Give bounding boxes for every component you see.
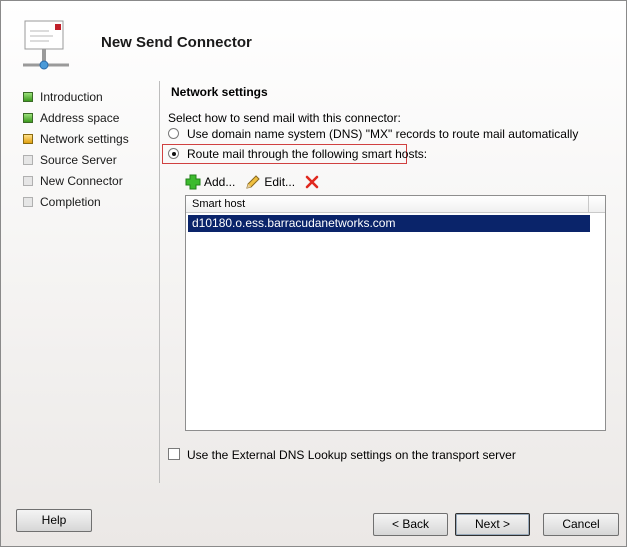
x-icon (305, 175, 319, 189)
step-label: Address space (40, 111, 120, 125)
step-label: New Connector (40, 174, 123, 188)
step-label: Source Server (40, 153, 117, 167)
next-button[interactable]: Next > (455, 513, 530, 536)
wizard-steps: Introduction Address space Network setti… (21, 87, 129, 213)
step-label: Completion (40, 195, 101, 209)
step-status-icon (23, 155, 33, 165)
step-new-connector: New Connector (21, 171, 129, 192)
wizard-title: New Send Connector (101, 34, 252, 51)
step-label: Network settings (40, 132, 129, 146)
edit-button[interactable]: Edit... (245, 174, 295, 190)
step-status-icon (23, 134, 33, 144)
step-source-server: Source Server (21, 150, 129, 171)
external-dns-option[interactable]: Use the External DNS Lookup settings on … (168, 447, 516, 463)
list-header: Smart host (186, 196, 605, 213)
step-status-icon (23, 92, 33, 102)
mail-connector-icon (23, 20, 69, 70)
back-button[interactable]: < Back (373, 513, 448, 536)
dns-mx-radio[interactable] (168, 128, 179, 139)
list-item[interactable]: d10180.o.ess.barracudanetworks.com (188, 215, 590, 232)
external-dns-label: Use the External DNS Lookup settings on … (187, 448, 516, 462)
pencil-icon (246, 175, 261, 189)
cancel-button[interactable]: Cancel (543, 513, 619, 536)
section-title: Network settings (171, 85, 268, 99)
add-button[interactable]: Add... (185, 174, 235, 190)
smart-host-toolbar: Add... Edit... (185, 173, 319, 191)
remove-button[interactable] (305, 175, 319, 189)
step-status-icon (23, 197, 33, 207)
add-label: Add... (204, 175, 236, 189)
step-introduction[interactable]: Introduction (21, 87, 129, 108)
step-label: Introduction (40, 90, 103, 104)
wizard-window: New Send Connector Introduction Address … (0, 0, 627, 547)
smart-hosts-radio[interactable] (168, 148, 179, 159)
smart-hosts-option[interactable]: Route mail through the following smart h… (168, 146, 427, 162)
step-status-icon (23, 113, 33, 123)
smart-hosts-label: Route mail through the following smart h… (187, 147, 428, 161)
divider (159, 81, 160, 483)
step-status-icon (23, 176, 33, 186)
step-network-settings[interactable]: Network settings (21, 129, 129, 150)
step-completion: Completion (21, 192, 129, 213)
column-header-smart-host[interactable]: Smart host (186, 196, 589, 212)
dns-mx-label: Use domain name system (DNS) "MX" record… (187, 127, 579, 141)
help-button[interactable]: Help (16, 509, 92, 532)
edit-label: Edit... (264, 175, 296, 189)
step-address-space[interactable]: Address space (21, 108, 129, 129)
plus-icon (185, 174, 201, 190)
instruction-text: Select how to send mail with this connec… (168, 111, 401, 125)
dns-mx-option[interactable]: Use domain name system (DNS) "MX" record… (168, 126, 578, 142)
smart-host-list[interactable]: Smart host d10180.o.ess.barracudanetwork… (185, 195, 606, 431)
external-dns-checkbox[interactable] (168, 448, 180, 460)
